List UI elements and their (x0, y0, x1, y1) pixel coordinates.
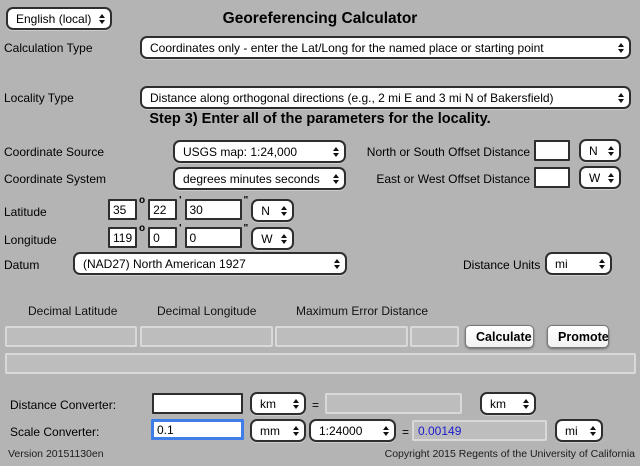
longitude-degrees-input[interactable] (108, 227, 137, 248)
georeferencing-calculator-window: English (local) Georeferencing Calculato… (0, 0, 640, 466)
distance-converter-label: Distance Converter: (10, 398, 116, 412)
scale-ratio-value: 1:24000 (319, 424, 362, 438)
latitude-direction-value: N (261, 204, 270, 218)
select-arrows-icon (602, 146, 614, 156)
east-west-direction-value: W (589, 171, 600, 185)
error-units-output (410, 326, 459, 347)
north-south-direction-select[interactable]: N (579, 139, 621, 162)
select-arrows-icon (287, 399, 299, 409)
select-arrows-icon (275, 234, 287, 244)
coordinate-system-select[interactable]: degrees minutes seconds (173, 167, 346, 190)
select-arrows-icon (328, 259, 340, 269)
locality-type-label: Locality Type (4, 91, 74, 105)
degree-symbol: o (139, 223, 145, 234)
version-text: Version 20151130en (8, 448, 104, 460)
longitude-direction-select[interactable]: W (251, 227, 294, 250)
latitude-direction-select[interactable]: N (251, 199, 294, 222)
scale-unit-value: mm (260, 424, 280, 438)
scale-converter-label: Scale Converter: (10, 425, 99, 439)
promote-button[interactable]: Promote (547, 325, 609, 348)
north-south-offset-input[interactable] (534, 140, 570, 161)
scale-converter-output (412, 420, 547, 441)
coordinate-system-value: degrees minutes seconds (183, 172, 320, 186)
locality-type-value: Distance along orthogonal directions (e.… (150, 91, 554, 105)
distance-units-value: mi (555, 257, 568, 271)
locality-type-select[interactable]: Distance along orthogonal directions (e.… (140, 86, 631, 109)
distance-units-select[interactable]: mi (545, 252, 612, 275)
decimal-latitude-output (5, 326, 137, 347)
select-arrows-icon (517, 399, 529, 409)
datum-value: (NAD27) North American 1927 (83, 257, 246, 271)
coordinate-source-select[interactable]: USGS map: 1:24,000 (173, 140, 346, 163)
latitude-degrees-input[interactable] (108, 199, 137, 220)
select-arrows-icon (287, 426, 299, 436)
maximum-error-output (275, 326, 408, 347)
east-west-offset-input[interactable] (534, 167, 570, 188)
decimal-longitude-header: Decimal Longitude (157, 304, 256, 318)
longitude-seconds-input[interactable] (185, 227, 242, 248)
decimal-latitude-header: Decimal Latitude (28, 304, 117, 318)
longitude-minutes-input[interactable] (148, 227, 177, 248)
latitude-seconds-input[interactable] (185, 199, 242, 220)
datum-label: Datum (4, 258, 39, 272)
coordinate-source-value: USGS map: 1:24,000 (183, 145, 297, 159)
second-symbol: " (244, 195, 249, 206)
distance-equals-sign: = (312, 398, 319, 412)
page-title: Georeferencing Calculator (0, 10, 640, 28)
select-arrows-icon (377, 426, 389, 436)
scale-ratio-select[interactable]: 1:24000 (309, 419, 396, 442)
north-south-offset-label: North or South Offset Distance (330, 145, 530, 159)
step-heading: Step 3) Enter all of the parameters for … (0, 111, 640, 127)
coordinate-system-label: Coordinate System (4, 172, 106, 186)
datum-select[interactable]: (NAD27) North American 1927 (73, 252, 347, 275)
degree-symbol: o (139, 195, 145, 206)
select-arrows-icon (612, 93, 624, 103)
coordinate-source-label: Coordinate Source (4, 145, 104, 159)
north-south-direction-value: N (589, 144, 598, 158)
longitude-direction-value: W (261, 232, 272, 246)
scale-unit-select[interactable]: mm (250, 419, 306, 442)
select-arrows-icon (612, 43, 624, 53)
calculation-type-label: Calculation Type (4, 41, 93, 55)
distance-converter-output (325, 393, 462, 414)
calculate-button[interactable]: Calculate (465, 325, 534, 348)
locality-string-output (5, 353, 636, 374)
minute-symbol: ' (179, 223, 181, 234)
distance-converter-input[interactable] (152, 393, 243, 414)
latitude-minutes-input[interactable] (148, 199, 177, 220)
select-arrows-icon (275, 206, 287, 216)
second-symbol: " (244, 223, 249, 234)
distance-from-unit-select[interactable]: km (250, 392, 306, 415)
select-arrows-icon (584, 426, 596, 436)
calculation-type-value: Coordinates only - enter the Lat/Long fo… (150, 41, 544, 55)
scale-equals-sign: = (402, 425, 409, 439)
distance-from-unit-value: km (260, 397, 276, 411)
latitude-label: Latitude (4, 205, 47, 219)
longitude-label: Longitude (4, 233, 57, 247)
copyright-text: Copyright 2015 Regents of the University… (385, 448, 635, 460)
distance-to-unit-value: km (490, 397, 506, 411)
distance-units-label: Distance Units (463, 258, 540, 272)
select-arrows-icon (593, 259, 605, 269)
maximum-error-distance-header: Maximum Error Distance (296, 304, 428, 318)
distance-to-unit-select[interactable]: km (480, 392, 536, 415)
scale-result-unit-select[interactable]: mi (555, 419, 603, 442)
calculation-type-select[interactable]: Coordinates only - enter the Lat/Long fo… (140, 36, 631, 59)
east-west-direction-select[interactable]: W (579, 166, 621, 189)
east-west-offset-label: East or West Offset Distance (330, 172, 530, 186)
select-arrows-icon (602, 173, 614, 183)
scale-converter-input[interactable] (151, 419, 244, 440)
scale-result-unit-value: mi (565, 424, 578, 438)
minute-symbol: ' (179, 195, 181, 206)
decimal-longitude-output (140, 326, 273, 347)
